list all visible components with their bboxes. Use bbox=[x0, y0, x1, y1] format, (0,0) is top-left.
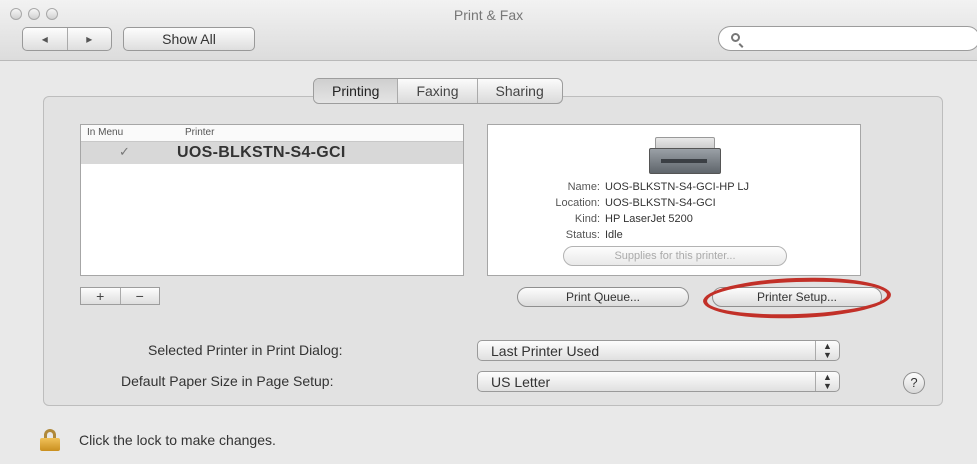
back-button[interactable]: ◂ bbox=[23, 28, 67, 50]
add-remove-control: + − bbox=[80, 287, 160, 305]
window-titlebar: Print & Fax ◂ ▸ Show All bbox=[0, 0, 977, 61]
name-value: UOS-BLKSTN-S4-GCI-HP LJ bbox=[605, 181, 750, 193]
checkmark-icon[interactable]: ✓ bbox=[119, 144, 130, 160]
kind-label: Kind: bbox=[574, 213, 600, 225]
search-input[interactable] bbox=[745, 30, 969, 49]
supplies-button[interactable]: Supplies for this printer... bbox=[563, 246, 787, 266]
stepper-arrows-icon: ▲ ▼ bbox=[815, 372, 839, 391]
status-value: Idle bbox=[605, 229, 623, 241]
lock-status-text: Click the lock to make changes. bbox=[79, 432, 276, 448]
remove-printer-button[interactable]: − bbox=[119, 288, 160, 304]
location-label: Location: bbox=[555, 197, 600, 209]
tab-sharing[interactable]: Sharing bbox=[476, 79, 562, 103]
status-label: Status: bbox=[565, 229, 600, 241]
printer-detail-pane: Name: UOS-BLKSTN-S4-GCI-HP LJ Location: … bbox=[487, 124, 861, 276]
selected-printer-label: Selected Printer in Print Dialog: bbox=[148, 342, 343, 358]
selected-printer-select[interactable]: Last Printer Used ▲ ▼ bbox=[477, 340, 840, 361]
print-queue-button[interactable]: Print Queue... bbox=[517, 287, 689, 307]
history-nav: ◂ ▸ bbox=[22, 27, 112, 51]
tab-faxing[interactable]: Faxing bbox=[397, 79, 476, 103]
show-all-button[interactable]: Show All bbox=[123, 27, 255, 51]
selected-printer-value: Last Printer Used bbox=[491, 343, 600, 359]
kind-value: HP LaserJet 5200 bbox=[605, 213, 693, 225]
add-printer-button[interactable]: + bbox=[81, 288, 120, 304]
forward-button[interactable]: ▸ bbox=[66, 28, 112, 50]
paper-size-value: US Letter bbox=[491, 374, 551, 390]
search-field[interactable] bbox=[718, 26, 977, 51]
printer-icon bbox=[649, 137, 721, 175]
window-title: Print & Fax bbox=[453, 7, 524, 23]
tab-bar: Printing Faxing Sharing bbox=[313, 78, 563, 104]
search-icon bbox=[731, 33, 740, 42]
paper-size-label: Default Paper Size in Page Setup: bbox=[121, 373, 334, 389]
paper-size-select[interactable]: US Letter ▲ ▼ bbox=[477, 371, 840, 392]
help-button[interactable]: ? bbox=[903, 372, 925, 394]
location-value: UOS-BLKSTN-S4-GCI bbox=[605, 197, 716, 209]
column-printer[interactable]: Printer bbox=[185, 127, 214, 138]
printer-list-header: In Menu Printer bbox=[81, 125, 463, 142]
printer-info: Name: UOS-BLKSTN-S4-GCI-HP LJ Location: … bbox=[488, 181, 862, 245]
printer-list-name: UOS-BLKSTN-S4-GCI bbox=[177, 144, 346, 161]
printer-list-row[interactable]: ✓ UOS-BLKSTN-S4-GCI bbox=[81, 142, 463, 164]
name-label: Name: bbox=[567, 181, 600, 193]
lock-icon[interactable] bbox=[40, 429, 60, 451]
stepper-arrows-icon: ▲ ▼ bbox=[815, 341, 839, 360]
column-in-menu[interactable]: In Menu bbox=[87, 127, 123, 138]
printer-list: In Menu Printer ✓ UOS-BLKSTN-S4-GCI bbox=[80, 124, 464, 276]
tab-printing[interactable]: Printing bbox=[314, 79, 398, 103]
